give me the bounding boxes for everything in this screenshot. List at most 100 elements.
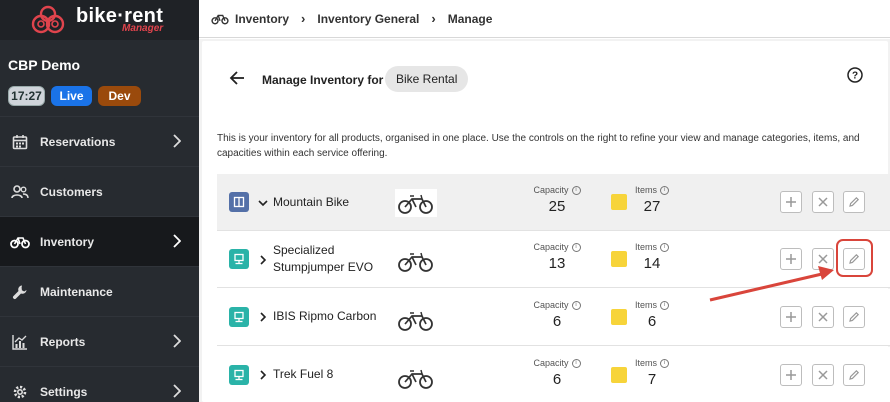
info-icon[interactable]: i — [660, 243, 669, 253]
dev-badge[interactable]: Dev — [98, 86, 141, 106]
sidebar-item-label: Maintenance — [40, 284, 113, 299]
add-button[interactable] — [780, 191, 802, 213]
row-name-line1: Specialized — [273, 243, 335, 257]
sidebar-item-maintenance[interactable]: Maintenance — [0, 266, 199, 316]
chevron-right-icon — [173, 234, 181, 248]
capacity-stat: Capacity i 13 — [529, 242, 585, 272]
bicycle-icon — [10, 232, 30, 252]
item-icon — [229, 307, 249, 327]
bike-thumbnail — [395, 189, 437, 217]
inventory-group-row[interactable]: Mountain Bike Capacity i 25 Items i 27 — [217, 174, 890, 231]
help-icon[interactable]: ? — [847, 67, 863, 83]
items-value: 27 — [643, 198, 661, 216]
inventory-item-row[interactable]: Trek Fuel 8 Capacity i 6 Items i 7 — [217, 347, 890, 402]
capacity-value: 6 — [552, 313, 562, 331]
capacity-value: 25 — [548, 198, 566, 216]
back-arrow-icon[interactable] — [229, 70, 245, 86]
bicycle-icon — [211, 14, 229, 24]
item-icon — [229, 365, 249, 385]
service-chip[interactable]: Bike Rental — [385, 66, 469, 92]
items-label: Items — [634, 358, 657, 368]
page-title: Manage Inventory for — [262, 73, 384, 87]
calendar-icon — [10, 132, 30, 152]
page-description: This is your inventory for all products,… — [217, 133, 860, 159]
items-value: 14 — [643, 255, 661, 273]
plus-icon — [786, 197, 796, 207]
plus-icon — [786, 370, 796, 380]
add-button[interactable] — [780, 364, 802, 386]
info-icon[interactable]: i — [660, 186, 669, 196]
info-icon[interactable]: i — [571, 301, 581, 311]
time-badge: 17:27 — [8, 86, 45, 106]
items-stat: Items i 27 — [629, 185, 675, 215]
capacity-label: Capacity — [533, 242, 569, 252]
chevron-down-icon[interactable] — [258, 198, 268, 208]
row-name: Trek Fuel 8 — [273, 367, 334, 381]
info-icon[interactable]: i — [660, 301, 669, 311]
add-button[interactable] — [780, 306, 802, 328]
breadcrumb-item-inventory-general[interactable]: Inventory General — [317, 12, 419, 26]
close-icon — [818, 197, 828, 207]
info-icon[interactable]: i — [660, 359, 669, 369]
sidebar-item-label: Customers — [40, 184, 103, 199]
chevron-right-icon[interactable] — [258, 255, 268, 265]
wrench-icon — [10, 282, 30, 302]
sidebar-item-customers[interactable]: Customers — [0, 166, 199, 216]
items-label: Items — [634, 300, 657, 310]
capacity-value: 13 — [548, 255, 566, 273]
info-icon[interactable]: i — [571, 243, 581, 253]
bike-thumbnail — [398, 311, 433, 331]
sidebar-item-inventory[interactable]: Inventory — [0, 216, 199, 266]
items-label: Items — [634, 242, 657, 252]
delete-button[interactable] — [812, 364, 834, 386]
edit-button[interactable] — [843, 364, 865, 386]
org-name: CBP Demo — [8, 57, 81, 73]
sidebar-item-reports[interactable]: Reports — [0, 316, 199, 366]
chevron-right-icon[interactable] — [258, 370, 268, 380]
annotation-arrow — [709, 266, 834, 302]
info-icon[interactable]: i — [571, 186, 581, 196]
item-icon — [229, 249, 249, 269]
pencil-icon — [849, 369, 860, 380]
chevron-right-icon — [173, 334, 181, 348]
delete-button[interactable] — [812, 191, 834, 213]
pencil-icon — [849, 311, 860, 322]
inventory-card: Manage Inventory for Bike Rental ? This … — [202, 41, 890, 402]
items-badge-icon — [611, 194, 627, 210]
row-name-line2: Stumpjumper EVO — [273, 260, 374, 274]
capacity-label: Capacity — [533, 185, 569, 195]
info-icon[interactable]: i — [571, 359, 581, 369]
items-value: 7 — [647, 371, 657, 389]
edit-button[interactable] — [843, 306, 865, 328]
delete-button[interactable] — [812, 306, 834, 328]
edit-button[interactable] — [843, 191, 865, 213]
chevron-right-icon — [173, 384, 181, 398]
live-badge[interactable]: Live — [51, 86, 92, 106]
sidebar-item-label: Inventory — [40, 234, 95, 249]
close-icon — [818, 370, 828, 380]
category-icon — [229, 192, 249, 212]
svg-text:?: ? — [852, 71, 858, 82]
chevron-right-icon[interactable] — [258, 312, 268, 322]
breadcrumb-item-manage: Manage — [447, 11, 493, 26]
sidebar-item-label: Reports — [40, 334, 86, 349]
row-name: Mountain Bike — [273, 195, 350, 209]
row-name: IBIS Ripmo Carbon — [273, 309, 377, 323]
brand-logo[interactable]: bike·rent Manager — [0, 0, 199, 40]
capacity-value: 6 — [552, 371, 562, 389]
items-stat: Items i 7 — [629, 358, 675, 388]
items-stat: Items i 6 — [629, 300, 675, 330]
sidebar-item-reservations[interactable]: Reservations — [0, 116, 199, 166]
breadcrumb: Inventory › Inventory General › Manage — [199, 0, 890, 38]
sidebar-item-settings[interactable]: Settings — [0, 366, 199, 402]
highlight-box — [836, 239, 873, 277]
bike-thumbnail — [398, 252, 433, 272]
chevron-right-icon: › — [301, 11, 306, 26]
main-content: Manage Inventory for Bike Rental ? This … — [199, 39, 890, 402]
users-icon — [10, 182, 30, 202]
sidebar-item-label: Settings — [40, 384, 88, 399]
gear-icon — [10, 382, 30, 402]
chart-icon — [10, 332, 30, 352]
breadcrumb-item-inventory[interactable]: Inventory — [235, 12, 289, 26]
sidebar: bike·rent Manager CBP Demo 17:27 Live De… — [0, 0, 199, 402]
